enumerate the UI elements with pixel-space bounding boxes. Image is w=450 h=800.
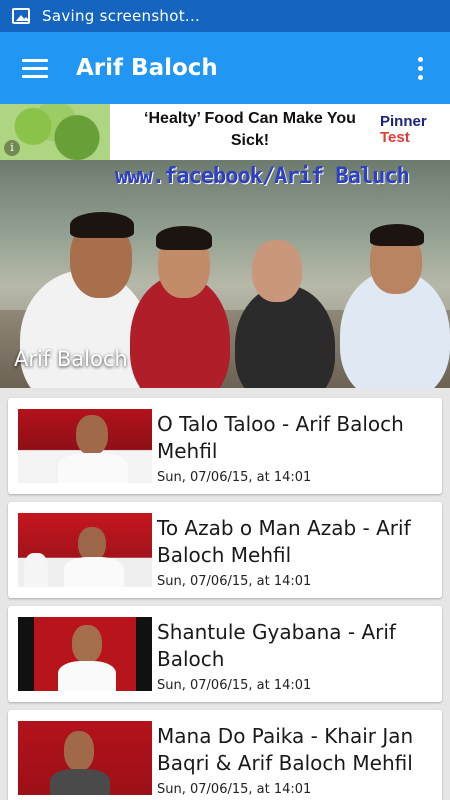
video-date: Sun, 07/06/15, at 14:01 <box>157 470 312 485</box>
ad-brand-line1: Pinner <box>380 113 427 130</box>
menu-icon[interactable] <box>0 32 70 104</box>
video-title: O Talo Taloo - Arif Baloch Mehfil <box>157 412 404 463</box>
video-card[interactable]: O Talo Taloo - Arif Baloch Mehfil Sun, 0… <box>8 398 442 494</box>
video-card[interactable]: Mana Do Paika - Khair Jan Baqri & Arif B… <box>8 710 442 800</box>
video-title: Shantule Gyabana - Arif Baloch <box>157 620 396 671</box>
video-card[interactable]: To Azab o Man Azab - Arif Baloch Mehfil … <box>8 502 442 598</box>
video-thumbnail <box>18 513 152 587</box>
app-title: Arif Baloch <box>76 55 218 81</box>
hero-caption: Arif Baloch <box>14 347 128 371</box>
ad-info-icon[interactable]: i <box>4 140 20 156</box>
ad-banner[interactable]: i ‘Healty’ Food Can Make You Sick! Pinne… <box>0 104 450 160</box>
ad-brand: Pinner Test <box>380 114 427 146</box>
hero-banner[interactable]: www.facebook/Arif Baluch Arif Baloch <box>0 160 450 388</box>
hero-person-hair <box>70 212 134 238</box>
video-card[interactable]: Shantule Gyabana - Arif Baloch Sun, 07/0… <box>8 606 442 702</box>
video-list: O Talo Taloo - Arif Baloch Mehfil Sun, 0… <box>8 398 442 800</box>
hero-person-hair <box>156 226 212 250</box>
hero-person-hair <box>370 224 424 246</box>
image-icon <box>12 8 30 24</box>
video-date: Sun, 07/06/15, at 14:01 <box>157 782 312 797</box>
video-date: Sun, 07/06/15, at 14:01 <box>157 574 312 589</box>
more-vert-icon[interactable] <box>400 32 440 104</box>
ad-brand-line2: Test <box>380 129 410 146</box>
status-bar: Saving screenshot... <box>0 0 450 32</box>
ad-headline: ‘Healty’ Food Can Make You Sick! <box>144 110 356 149</box>
hero-person-head <box>252 240 302 302</box>
video-thumbnail <box>18 409 152 483</box>
video-title: Mana Do Paika - Khair Jan Baqri & Arif B… <box>157 724 414 775</box>
video-date: Sun, 07/06/15, at 14:01 <box>157 678 312 693</box>
app-bar: Arif Baloch <box>0 32 450 104</box>
video-thumbnail <box>18 721 152 795</box>
video-thumbnail <box>18 617 152 691</box>
status-text: Saving screenshot... <box>42 7 201 25</box>
hero-watermark: www.facebook/Arif Baluch <box>115 164 410 189</box>
video-title: To Azab o Man Azab - Arif Baloch Mehfil <box>157 516 411 567</box>
